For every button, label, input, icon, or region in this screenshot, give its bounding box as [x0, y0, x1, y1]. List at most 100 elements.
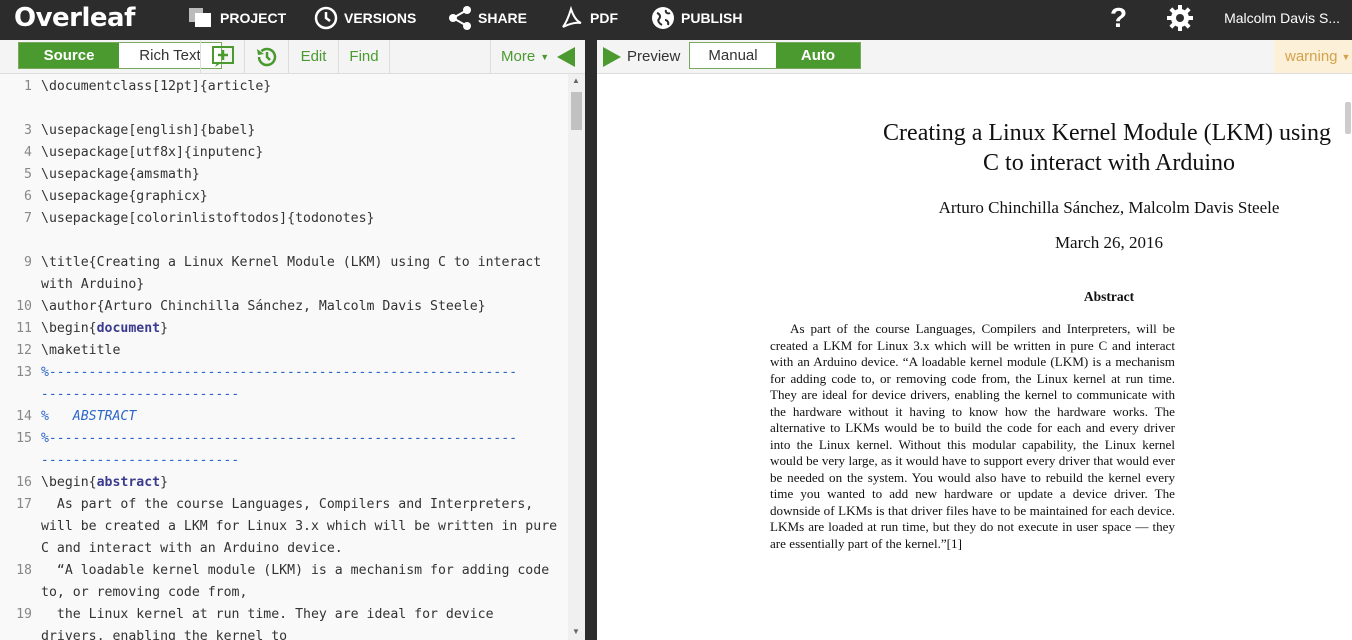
editor-line[interactable] [0, 98, 568, 120]
line-code: the Linux kernel at run time. They are i… [41, 607, 494, 622]
editor-scrollbar[interactable]: ▲ ▼ [568, 74, 585, 640]
line-number: 14 [16, 409, 32, 424]
play-icon [603, 46, 621, 67]
pdf-button[interactable]: PDF [560, 0, 618, 36]
source-mode-button[interactable]: Source [19, 43, 119, 68]
editor-scroll-thumb[interactable] [571, 92, 582, 130]
editor-line[interactable]: 9 \title{Creating a Linux Kernel Module (… [0, 252, 568, 274]
editor-toolbar: Source Rich Text Edit Find More ▼ [0, 40, 585, 74]
help-icon: ? [1110, 2, 1128, 33]
editor-line[interactable]: drivers, enabling the kernel to [0, 626, 568, 640]
line-code: \usepackage{amsmath} [41, 167, 200, 182]
editor-line[interactable]: to, or removing code from, [0, 582, 568, 604]
settings-button[interactable] [1166, 0, 1200, 36]
help-button[interactable]: ? [1110, 0, 1127, 36]
scroll-up-icon[interactable]: ▲ [572, 76, 580, 85]
caret-down-icon: ▼ [1341, 51, 1351, 62]
line-code: \title{Creating a Linux Kernel Module (L… [41, 255, 542, 270]
line-code: “A loadable kernel module (LKM) is a mec… [41, 563, 550, 578]
line-code: \usepackage{graphicx} [41, 189, 208, 204]
line-code: % ABSTRACT [41, 409, 137, 424]
history-icon [256, 47, 276, 66]
pdf-preview[interactable]: Creating a Linux Kernel Module (LKM) usi… [597, 74, 1352, 640]
more-menu[interactable]: More ▼ [490, 40, 585, 73]
line-code: ------------------------- [41, 387, 240, 402]
editor-line[interactable]: 14 % ABSTRACT [0, 406, 568, 428]
line-number: 13 [16, 365, 32, 380]
editor-line[interactable]: ------------------------- [0, 450, 568, 472]
line-code: with Arduino} [41, 277, 145, 292]
gear-icon [1167, 5, 1193, 31]
editor-line[interactable]: 6 \usepackage{graphicx} [0, 186, 568, 208]
find-label: Find [349, 48, 379, 65]
line-code: \author{Arturo Chinchilla Sánchez, Malco… [41, 299, 486, 314]
editor-line[interactable]: will be created a LKM for Linux 3.x whic… [0, 516, 568, 538]
line-number: 9 [24, 255, 32, 270]
preview-scroll-thumb[interactable] [1345, 102, 1351, 134]
line-code: \maketitle [41, 343, 121, 358]
share-button[interactable]: SHARE [448, 0, 527, 36]
pdf-label: PDF [590, 10, 618, 26]
share-icon [449, 6, 471, 30]
editor-line[interactable]: 11 \begin{document} [0, 318, 568, 340]
versions-label: VERSIONS [344, 10, 417, 26]
scroll-down-icon[interactable]: ▼ [572, 627, 580, 636]
auto-compile-button[interactable]: Auto [776, 43, 860, 68]
editor-line[interactable]: 17 As part of the course Languages, Comp… [0, 494, 568, 516]
top-bar: Overleaf PROJECT VERSIONS SHARE PDF PUBL… [0, 0, 1352, 36]
preview-scrollbar[interactable] [1342, 74, 1352, 640]
line-code: %---------------------------------------… [41, 431, 518, 446]
line-code: C and interact with an Arduino device. [41, 541, 343, 556]
line-number: 18 [16, 563, 32, 578]
line-number: 1 [24, 79, 32, 94]
line-code: \usepackage[colorinlistoftodos]{todonote… [41, 211, 375, 226]
warning-label: warning [1285, 48, 1338, 65]
line-number: 12 [16, 343, 32, 358]
editor-line[interactable]: 4 \usepackage[utf8x]{inputenc} [0, 142, 568, 164]
code-editor[interactable]: 1 \documentclass[12pt]{article} 3 \usepacka… [0, 74, 585, 640]
project-label: PROJECT [220, 10, 287, 26]
editor-line[interactable]: 1 \documentclass[12pt]{article} [0, 76, 568, 98]
line-code: As part of the course Languages, Compile… [41, 497, 534, 512]
pdf-abstract-body: As part of the course Languages, Compile… [770, 321, 1175, 551]
publish-button[interactable]: PUBLISH [651, 0, 742, 36]
user-menu[interactable]: Malcolm Davis S... [1224, 0, 1340, 36]
pane-divider[interactable] [585, 40, 597, 640]
editor-line[interactable]: 18 “A loadable kernel module (LKM) is a … [0, 560, 568, 582]
editor-line[interactable]: 10 \author{Arturo Chinchilla Sánchez, Mal… [0, 296, 568, 318]
editor-line[interactable]: 5 \usepackage{amsmath} [0, 164, 568, 186]
editor-mode-toggle: Source Rich Text [18, 42, 222, 69]
editor-line[interactable]: 3 \usepackage[english]{babel} [0, 120, 568, 142]
add-comment-button[interactable] [200, 40, 244, 73]
collapse-left-icon[interactable] [555, 46, 577, 68]
editor-line[interactable]: 12 \maketitle [0, 340, 568, 362]
editor-line[interactable]: 7 \usepackage[colorinlistoftodos]{todonot… [0, 208, 568, 230]
caret-down-icon: ▼ [540, 51, 550, 62]
editor-line[interactable]: 19 the Linux kernel at run time. They ar… [0, 604, 568, 626]
line-number: 7 [24, 211, 32, 226]
line-number: 3 [24, 123, 32, 138]
editor-line[interactable]: with Arduino} [0, 274, 568, 296]
more-label: More [501, 48, 536, 65]
overleaf-logo[interactable]: Overleaf [14, 2, 135, 34]
line-code: \begin{abstract} [41, 475, 169, 490]
history-button[interactable] [244, 40, 288, 73]
manual-compile-button[interactable]: Manual [690, 43, 776, 68]
find-button[interactable]: Find [338, 40, 390, 73]
pdf-abstract-heading: Abstract [1083, 289, 1135, 304]
editor-line[interactable]: 13 %-------------------------------------… [0, 362, 568, 384]
editor-line[interactable]: 15 %-------------------------------------… [0, 428, 568, 450]
line-code: \documentclass[12pt]{article} [41, 79, 272, 94]
line-number: 17 [16, 497, 32, 512]
editor-line[interactable] [0, 230, 568, 252]
editor-line[interactable]: ------------------------- [0, 384, 568, 406]
edit-button[interactable]: Edit [288, 40, 338, 73]
editor-line[interactable]: C and interact with an Arduino device. [0, 538, 568, 560]
preview-button[interactable]: Preview [601, 40, 680, 73]
editor-line[interactable]: 16 \begin{abstract} [0, 472, 568, 494]
project-button[interactable]: PROJECT [188, 0, 286, 36]
pdf-title-line-1: Creating a Linux Kernel Module (LKM) usi… [883, 120, 1331, 146]
line-number: 19 [16, 607, 32, 622]
warning-badge[interactable]: warning ▼ [1274, 40, 1352, 73]
versions-button[interactable]: VERSIONS [314, 0, 416, 36]
